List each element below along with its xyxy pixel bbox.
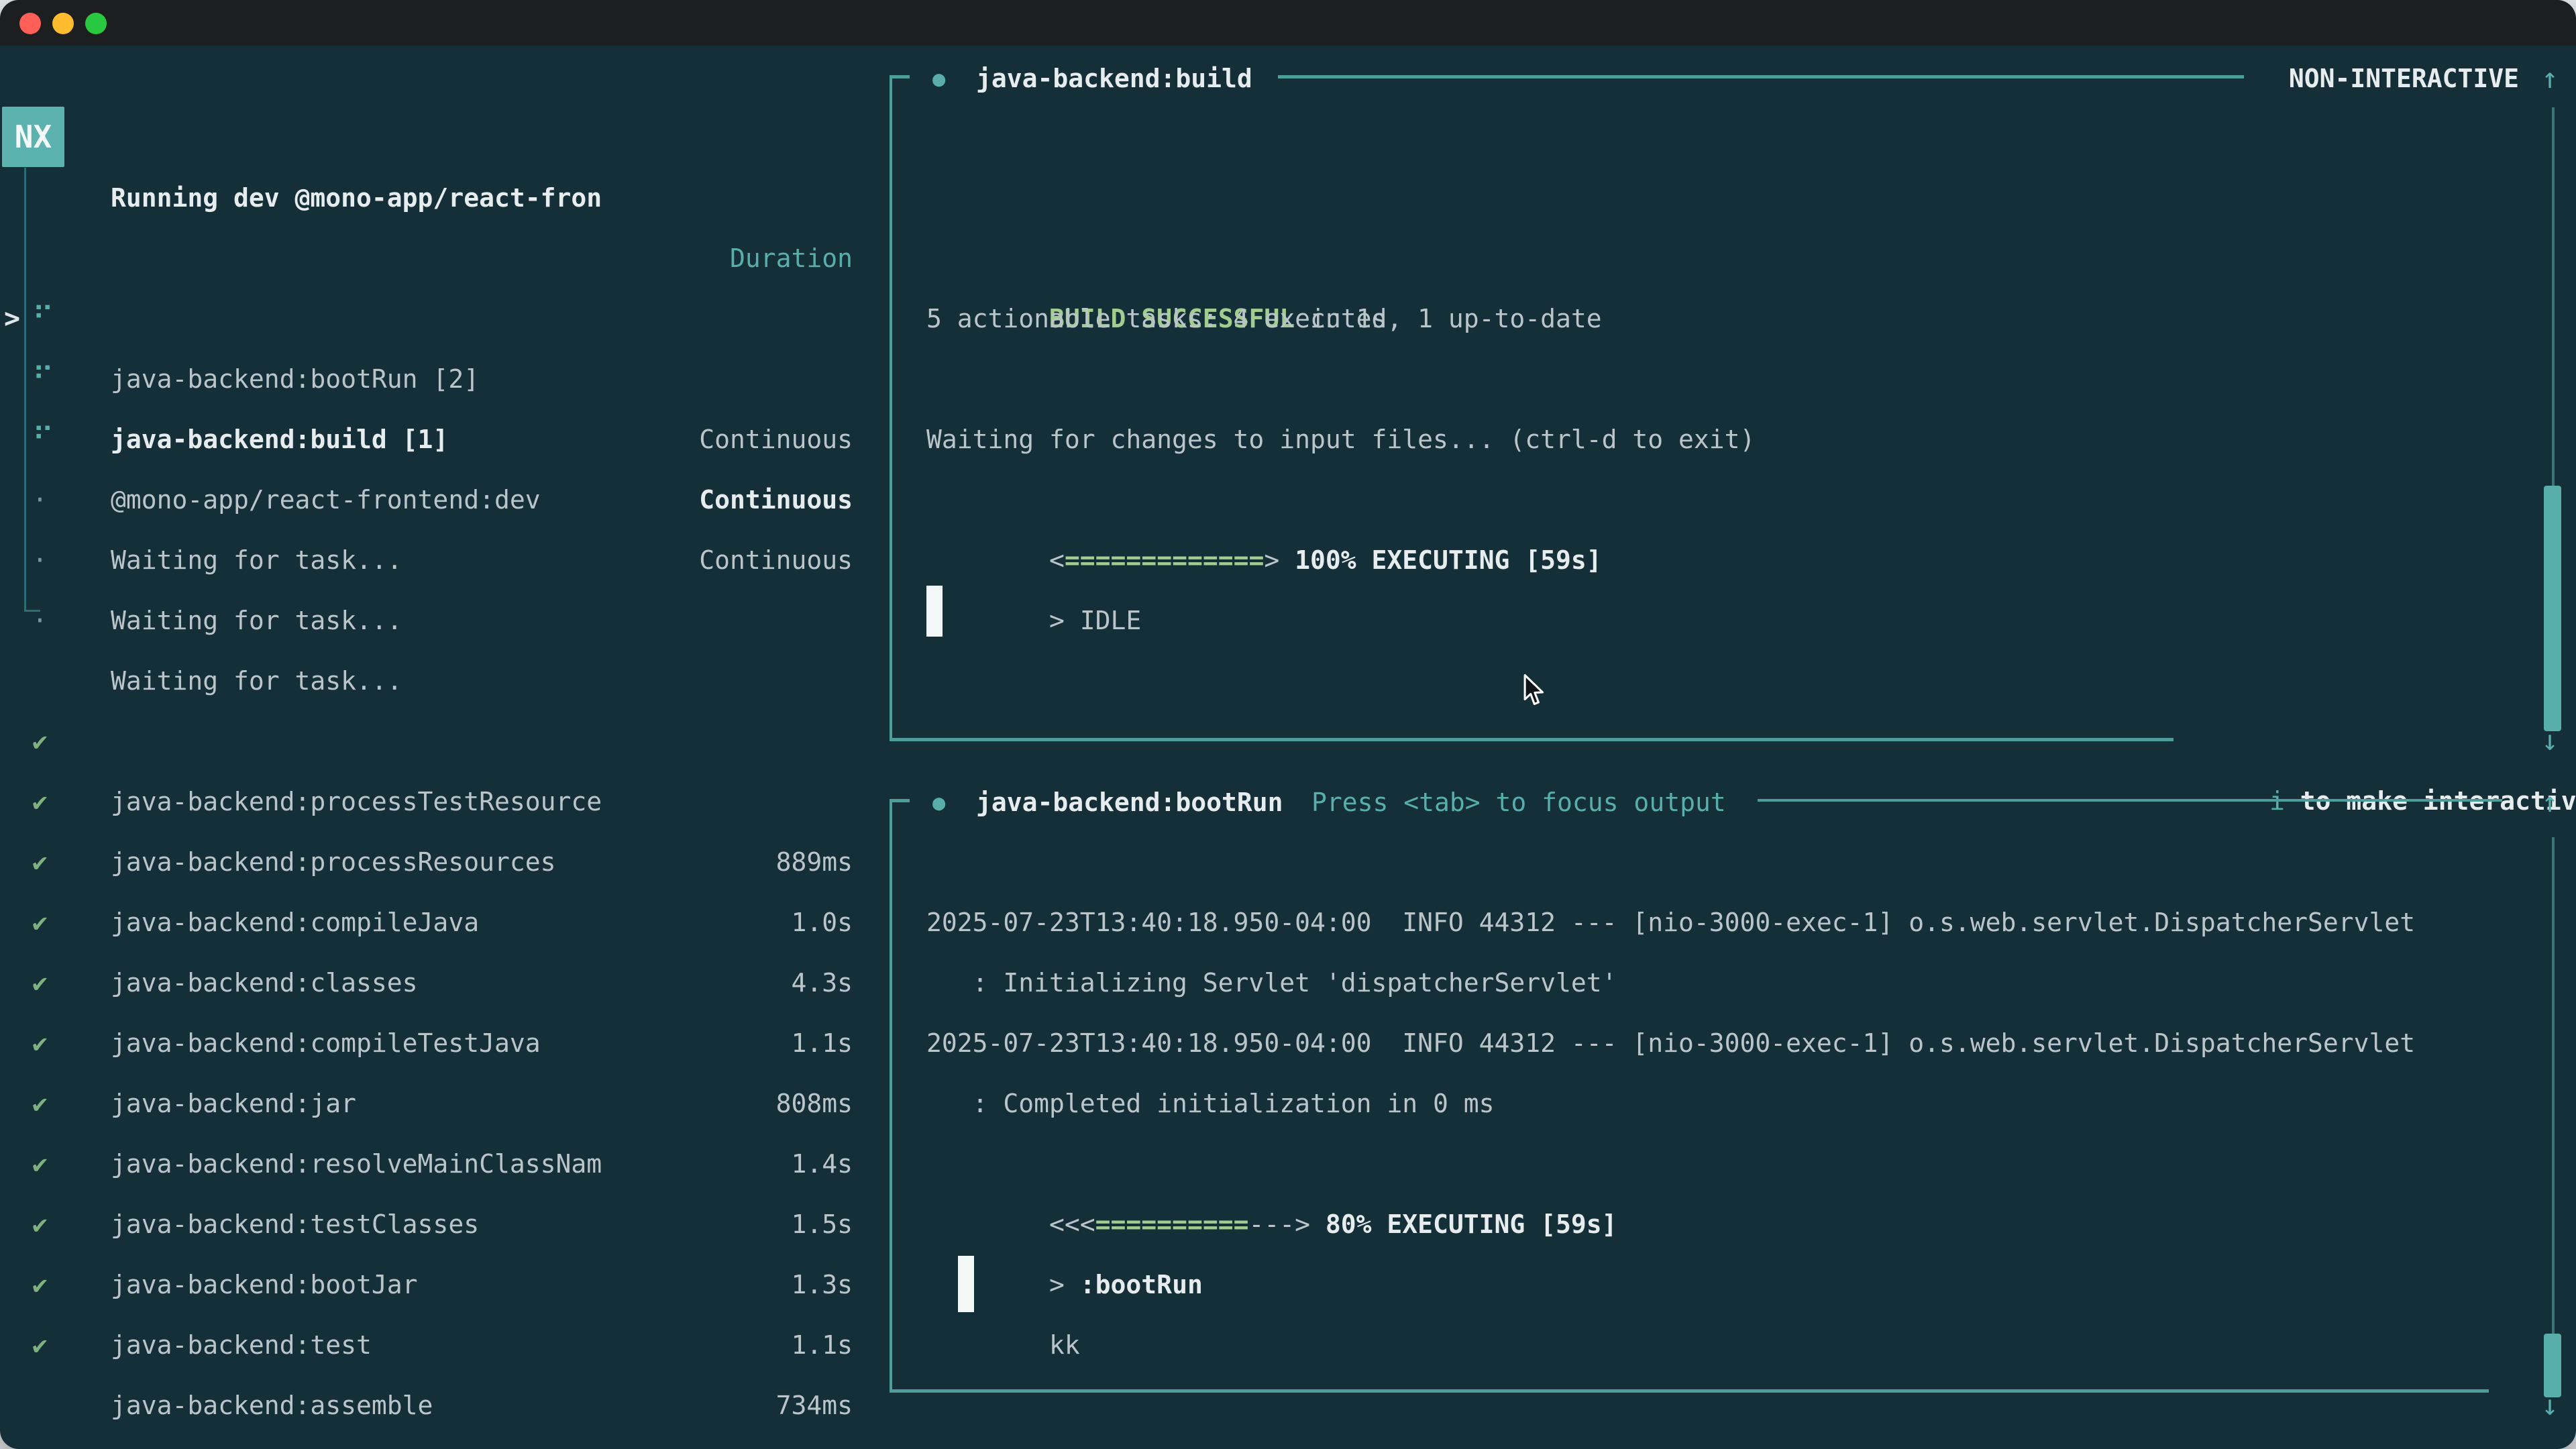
completed-task-row[interactable]: ✔ java-backend:classes 1.1s (0, 832, 853, 892)
gradle-task-line: > :bootRun (926, 1194, 1203, 1254)
pane-bullet-icon: ● (932, 772, 945, 833)
completed-task-row[interactable]: ✔ java-backend:assemble 774ms (0, 1254, 853, 1315)
pane-border-corner (890, 75, 910, 78)
terminal-window: NX Running dev @mono-app/react-fron Dura… (0, 0, 2576, 1449)
completed-task-row[interactable]: ✔ java-backend:test 734ms (0, 1194, 853, 1254)
gradle-progress-line: <<<==========---> 80% EXECUTING [59s] (926, 1134, 1617, 1194)
gradle-progress-line: <=============> 100% EXECUTING [59s] (926, 470, 1602, 530)
progress-close-bracket: > (1264, 545, 1295, 575)
waiting-bullet-icon: · (32, 590, 48, 651)
pane-title: java-backend:bootRun (976, 772, 1283, 833)
task-label: java-backend:test (111, 1315, 372, 1375)
keyboard-hints: quit: q help: ? (606, 1375, 944, 1436)
scrollbar-track[interactable] (2552, 837, 2555, 1334)
progress-status-text: 80% EXECUTING [59s] (1326, 1210, 1617, 1239)
pager: ← 1/2 → (30, 1375, 229, 1436)
zoom-button[interactable] (85, 13, 107, 34)
completed-task-row[interactable]: ✔ java-backend:testClasses 1.3s (0, 1073, 853, 1134)
terminal-cursor (958, 1256, 974, 1312)
completed-task-row[interactable]: ✔ java-backend:bootJar 1.1s (0, 1134, 853, 1194)
waiting-label: Waiting for task... (111, 590, 402, 651)
completed-task-row[interactable]: ✔ java-backend:compileJava 4.3s (0, 771, 853, 832)
waiting-task-row: · Waiting for task... (0, 409, 853, 470)
sidebar-title: Running dev @mono-app/react-fron (111, 168, 602, 228)
scrollbar-thumb[interactable] (2544, 486, 2561, 731)
prompt-chevron: > (1049, 606, 1080, 635)
completed-task-row[interactable]: ✔ java-backend:resolveMainClassNam 1.5s (0, 1013, 853, 1073)
log-line: : Initializing Servlet 'dispatcherServle… (926, 953, 1617, 1013)
check-icon: ✔ (32, 1315, 48, 1375)
pane-border-left (890, 75, 892, 741)
completed-task-row[interactable]: ✔ java-backend:processResources 1.0s (0, 711, 853, 771)
pane-title: java-backend:build (976, 48, 1252, 109)
task-row-frontend-dev[interactable]: ⠋ @mono-app/react-frontend:dev Continuou… (0, 349, 853, 409)
screenshot-stage: NX Running dev @mono-app/react-fron Dura… (0, 0, 2576, 1449)
pane-border-corner (890, 799, 910, 802)
waiting-task-row: · Waiting for task... (0, 470, 853, 530)
log-line: 2025-07-23T13:40:18.950-04:00 INFO 44312… (926, 892, 2415, 953)
scroll-up-icon[interactable]: ↑ (2534, 772, 2565, 833)
typed-input-line[interactable]: kk (926, 1254, 1080, 1315)
pane-header-rule (1758, 799, 2502, 802)
pane-bullet-icon: ● (932, 48, 945, 109)
completed-task-row[interactable]: ✔ java-backend:compileTestJava 808ms (0, 892, 853, 953)
pane-border-bottom (890, 1389, 2489, 1393)
gradle-task-name: :bootRun (1080, 1270, 1203, 1299)
completed-task-row[interactable]: ✔ java-backend:processTestResource 889ms (0, 651, 853, 711)
completed-task-row[interactable]: ✔ java-backend:jar 1.4s (0, 953, 853, 1013)
close-button[interactable] (19, 13, 41, 34)
log-line: 2025-07-23T13:40:18.950-04:00 INFO 44312… (926, 1013, 2415, 1073)
pane-border-left (890, 799, 892, 1392)
scroll-down-icon[interactable]: ↓ (2534, 710, 2565, 771)
waiting-for-changes-line: Waiting for changes to input files... (c… (926, 409, 1755, 470)
progress-status-text: 100% EXECUTING [59s] (1295, 545, 1602, 575)
task-row-build-selected[interactable]: ⠋ java-backend:build [1] Continuous (0, 288, 853, 349)
non-interactive-badge: NON-INTERACTIVE (2289, 48, 2519, 109)
pane-header-rule (1278, 75, 2244, 78)
titlebar (0, 0, 2576, 46)
terminal-cursor (926, 586, 943, 637)
idle-line: > IDLE (926, 530, 1141, 590)
interactive-hint: i to make interactive (2147, 710, 2522, 771)
idle-text: IDLE (1080, 606, 1142, 635)
minimize-button[interactable] (52, 13, 74, 34)
focus-output-hint: Press <tab> to focus output (1311, 772, 1726, 833)
typed-input-text: kk (1049, 1330, 1080, 1360)
scroll-up-icon[interactable]: ↑ (2534, 48, 2565, 109)
pane-border-bottom (890, 738, 2174, 741)
scroll-down-icon[interactable]: ↓ (2534, 1375, 2565, 1436)
build-result-line: BUILD SUCCESSFUL in 1s (926, 228, 1387, 288)
actionable-tasks-line: 5 actionable tasks: 4 executed, 1 up-to-… (926, 288, 1602, 349)
log-line: : Completed initialization in 0 ms (926, 1073, 1494, 1134)
task-row-bootrun[interactable]: ⠋ java-backend:bootRun [2] Continuous (0, 228, 853, 288)
mouse-cursor-icon (1523, 674, 1546, 708)
waiting-task-row: · Waiting for task... (0, 530, 853, 590)
sidebar-header: Running dev @mono-app/react-fron Duratio… (0, 107, 853, 168)
task-duration: 1.1s (791, 1315, 853, 1375)
progress-bar-remaining: ---> (1248, 1210, 1325, 1239)
